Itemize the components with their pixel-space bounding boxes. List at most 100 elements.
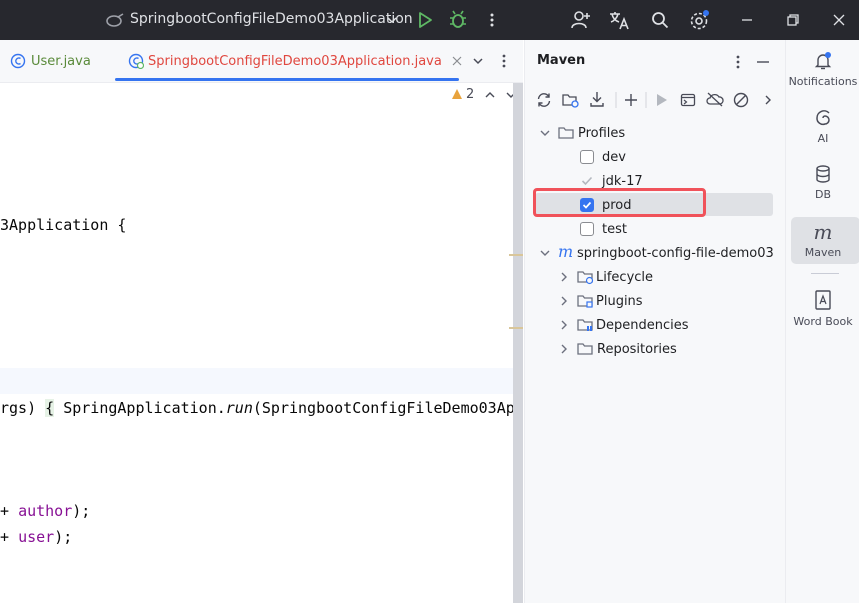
- tree-node-plugins[interactable]: Plugins: [525, 289, 785, 313]
- maven-tool-button[interactable]: m Maven: [786, 222, 859, 259]
- tab-user-java[interactable]: User.java: [10, 40, 91, 82]
- scroll-marker: [509, 254, 523, 256]
- chevron-down-icon[interactable]: [386, 14, 398, 26]
- chevron-right-icon[interactable]: [559, 271, 569, 283]
- maven-toolbar: [525, 86, 785, 114]
- title-bar: SpringbootConfigFileDemo03Application: [0, 0, 859, 40]
- minimize-icon[interactable]: [740, 14, 754, 26]
- tree-node-label: Profiles: [578, 125, 626, 141]
- tree-node-dependencies[interactable]: Dependencies: [525, 313, 785, 337]
- run-maven-build-icon[interactable]: [655, 92, 669, 108]
- close-icon[interactable]: [832, 13, 846, 27]
- close-tab-icon[interactable]: [452, 56, 462, 66]
- repositories-folder-icon: [577, 343, 593, 355]
- profile-label: jdk-17: [602, 173, 643, 189]
- plugins-folder-icon: [577, 295, 593, 308]
- settings-icon[interactable]: [689, 9, 711, 31]
- more-vertical-icon[interactable]: [488, 12, 496, 28]
- profile-checkbox[interactable]: [580, 222, 594, 236]
- code-editor[interactable]: 2 3Application { rgs) { SpringApplicatio…: [0, 83, 523, 603]
- translate-icon[interactable]: [609, 10, 631, 30]
- tool-button-label: Word Book: [793, 315, 853, 328]
- reload-icon[interactable]: [536, 92, 552, 108]
- code-line: + author);: [0, 502, 91, 520]
- spring-app-icon: [106, 13, 124, 27]
- tree-node-label: Repositories: [597, 341, 677, 357]
- java-class-icon: [10, 53, 26, 69]
- implicit-check-icon[interactable]: [580, 174, 594, 188]
- tree-node-project[interactable]: m springboot-config-file-demo03: [525, 241, 785, 265]
- db-tool-button[interactable]: DB: [786, 164, 859, 201]
- tree-node-repositories[interactable]: Repositories: [525, 337, 785, 361]
- tree-node-label: springboot-config-file-demo03: [577, 245, 774, 261]
- code-line: rgs) { SpringApplication.run(SpringbootC…: [0, 399, 523, 417]
- editor-scrollbar[interactable]: [513, 83, 523, 603]
- profile-checkbox[interactable]: [580, 150, 594, 164]
- chevron-right-icon[interactable]: [559, 295, 569, 307]
- chevron-right-icon[interactable]: [763, 94, 773, 106]
- run-configuration-selector[interactable]: SpringbootConfigFileDemo03Application: [130, 11, 413, 27]
- tool-window-title: Maven: [537, 53, 586, 68]
- word-book-icon: [815, 290, 831, 310]
- tree-node-label: Lifecycle: [596, 269, 654, 285]
- more-vertical-icon[interactable]: [500, 53, 508, 69]
- download-icon[interactable]: [589, 91, 605, 109]
- tree-node-lifecycle[interactable]: Lifecycle: [525, 265, 785, 289]
- maven-project-icon: m: [558, 242, 574, 261]
- tool-strip-separator: [811, 273, 839, 274]
- tree-node-label: Dependencies: [596, 317, 689, 333]
- restore-icon[interactable]: [786, 13, 800, 27]
- add-user-icon[interactable]: [571, 10, 591, 30]
- tool-button-label: Notifications: [788, 75, 858, 88]
- tab-label: User.java: [31, 53, 91, 69]
- tab-application-java[interactable]: SpringbootConfigFileDemo03Application.ja…: [128, 40, 462, 82]
- ai-tool-button[interactable]: AI: [786, 108, 859, 145]
- code-line: 3Application {: [0, 216, 127, 234]
- active-tab-indicator: [115, 78, 459, 81]
- tool-button-label: Maven: [804, 246, 842, 259]
- chevron-down-icon[interactable]: [539, 127, 551, 139]
- maven-icon: m: [813, 220, 833, 244]
- profile-label: test: [602, 221, 627, 237]
- profiles-folder-icon: [558, 127, 574, 139]
- chevron-right-icon[interactable]: [559, 319, 569, 331]
- profile-item-test[interactable]: test: [525, 217, 785, 241]
- maven-tool-window: Maven Profiles dev jdk-17 prod test m sp…: [524, 40, 785, 603]
- separator: [615, 92, 617, 108]
- notifications-tool-button[interactable]: Notifications: [786, 51, 859, 88]
- separator: [645, 92, 647, 108]
- spring-boot-class-icon: [128, 53, 144, 69]
- warning-icon: [452, 89, 462, 99]
- chevron-down-icon[interactable]: [472, 55, 484, 67]
- plus-icon[interactable]: [623, 92, 639, 108]
- editor-tab-bar: User.java SpringbootConfigFileDemo03Appl…: [0, 40, 523, 83]
- search-icon[interactable]: [651, 11, 669, 29]
- chevron-right-icon[interactable]: [559, 343, 569, 355]
- add-maven-project-icon[interactable]: [562, 92, 580, 108]
- tree-node-profiles[interactable]: Profiles: [525, 121, 785, 145]
- chevron-down-icon[interactable]: [539, 247, 551, 259]
- minimize-panel-icon[interactable]: [757, 60, 769, 64]
- tool-button-label: AI: [817, 132, 829, 145]
- ai-spiral-icon: [816, 110, 830, 126]
- skip-tests-icon[interactable]: [733, 92, 749, 108]
- lifecycle-folder-icon: [577, 271, 594, 285]
- more-vertical-icon[interactable]: [734, 54, 742, 70]
- annotation-highlight-box: [533, 188, 706, 217]
- tab-label: SpringbootConfigFileDemo03Application.ja…: [148, 53, 442, 69]
- code-line: + user);: [0, 528, 73, 546]
- word-book-tool-button[interactable]: Word Book: [786, 289, 859, 328]
- database-icon: [816, 165, 830, 183]
- profile-label: dev: [602, 149, 626, 165]
- inspection-count[interactable]: 2: [466, 87, 474, 102]
- bell-icon: [814, 52, 832, 70]
- execute-goal-icon[interactable]: [680, 92, 696, 108]
- tool-button-label: DB: [814, 188, 832, 201]
- run-icon[interactable]: [417, 11, 433, 29]
- profile-item-dev[interactable]: dev: [525, 145, 785, 169]
- debug-icon[interactable]: [449, 10, 467, 30]
- offline-mode-icon[interactable]: [706, 91, 724, 107]
- chevron-up-icon[interactable]: [484, 89, 496, 101]
- tree-node-label: Plugins: [596, 293, 643, 309]
- dependencies-folder-icon: [577, 319, 593, 331]
